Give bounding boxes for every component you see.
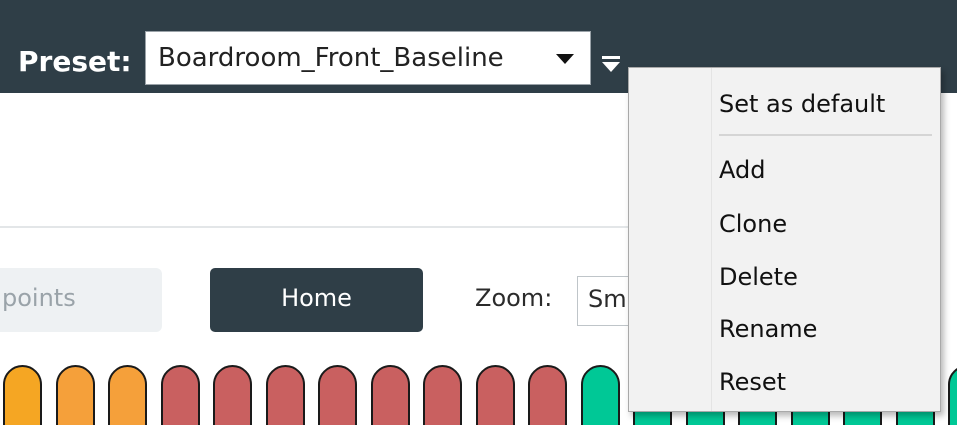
status-pill[interactable] bbox=[581, 365, 620, 425]
status-pill[interactable] bbox=[213, 365, 252, 425]
menu-bar-icon bbox=[602, 56, 620, 59]
home-button-label: Home bbox=[281, 284, 352, 312]
status-pill[interactable] bbox=[318, 365, 357, 425]
home-button[interactable]: Home bbox=[210, 268, 423, 332]
status-pill[interactable] bbox=[161, 365, 200, 425]
status-pill[interactable] bbox=[528, 365, 567, 425]
preset-menu-button[interactable] bbox=[600, 56, 622, 78]
zoom-label: Zoom: bbox=[475, 284, 553, 312]
menu-item-rename[interactable]: Rename bbox=[719, 313, 817, 345]
status-pill[interactable] bbox=[423, 365, 462, 425]
preset-dropdown[interactable]: Boardroom_Front_Baseline bbox=[145, 31, 591, 85]
status-pill[interactable] bbox=[56, 365, 95, 425]
menu-item-clone[interactable]: Clone bbox=[719, 208, 787, 240]
status-pill[interactable] bbox=[266, 365, 305, 425]
caret-down-icon bbox=[556, 54, 574, 64]
menu-item-reset[interactable]: Reset bbox=[719, 366, 786, 398]
status-pill[interactable] bbox=[3, 365, 42, 425]
viewpoints-button[interactable]: points bbox=[0, 268, 162, 332]
status-pill[interactable] bbox=[371, 365, 410, 425]
menu-icon-gutter bbox=[711, 68, 712, 411]
menu-item-add[interactable]: Add bbox=[719, 154, 765, 186]
preset-dropdown-value: Boardroom_Front_Baseline bbox=[158, 43, 504, 73]
status-pill[interactable] bbox=[476, 365, 515, 425]
menu-caret-icon bbox=[602, 62, 620, 72]
section-divider bbox=[0, 226, 630, 228]
menu-separator bbox=[719, 134, 932, 136]
status-pill[interactable] bbox=[108, 365, 147, 425]
viewpoints-button-label: points bbox=[2, 284, 76, 312]
menu-item-delete[interactable]: Delete bbox=[719, 261, 798, 293]
preset-context-menu: Set as default Add Clone Delete Rename R… bbox=[628, 67, 941, 412]
menu-item-set-as-default[interactable]: Set as default bbox=[719, 88, 885, 120]
preset-label: Preset: bbox=[18, 45, 132, 78]
zoom-dropdown-value: Sm bbox=[588, 285, 627, 313]
status-pill[interactable] bbox=[948, 365, 957, 425]
